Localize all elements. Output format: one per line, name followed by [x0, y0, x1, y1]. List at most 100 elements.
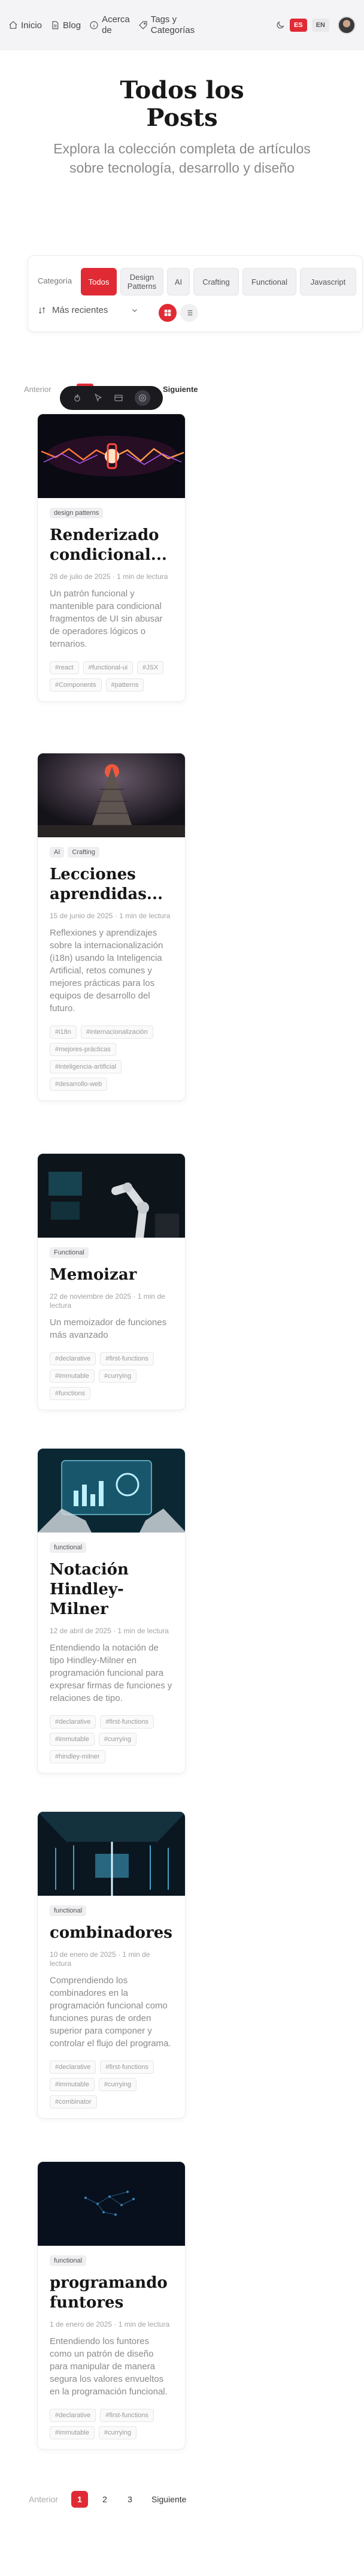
post-hashtag[interactable]: #currying — [98, 1370, 137, 1383]
document-icon — [52, 21, 59, 29]
post-category-tag[interactable]: AI — [50, 847, 65, 858]
post-hashtag[interactable]: #patterns — [105, 678, 144, 692]
nav-blog-label: Blog — [63, 20, 81, 31]
info-icon — [90, 21, 98, 29]
post-hashtag[interactable]: #JSX — [137, 661, 164, 674]
post-hashtag[interactable]: #currying — [98, 2426, 137, 2439]
post-hashtag[interactable]: #first-functions — [100, 2409, 154, 2422]
settings-button[interactable] — [134, 390, 150, 406]
moon-icon[interactable] — [275, 20, 285, 30]
avatar[interactable] — [338, 16, 356, 34]
post-hashtag[interactable]: #currying — [98, 2078, 137, 2091]
post-hashtag[interactable]: #immutable — [50, 2078, 95, 2091]
post-hashtag[interactable]: #first-functions — [100, 1352, 154, 1365]
post-hashtag[interactable]: #internacionalización — [80, 1025, 153, 1039]
post-category-tag[interactable]: design patterns — [50, 508, 104, 518]
pagination-prev-button[interactable]: Anterior — [24, 2491, 63, 2508]
grid-view-button[interactable] — [159, 304, 177, 322]
lang-en-button[interactable]: EN — [311, 19, 329, 32]
post-hashtag[interactable]: #first-functions — [100, 2061, 154, 2074]
page-title: Todos los Posts — [0, 77, 364, 132]
post-card[interactable]: functional combinadores 10 de enero de 2… — [37, 1811, 186, 2119]
post-image-server-room — [38, 1812, 185, 1896]
post-hashtag[interactable]: #mejores-prácticas — [50, 1043, 116, 1056]
chip-ai[interactable]: AI — [167, 268, 190, 295]
post-title[interactable]: combinadores — [50, 1923, 173, 1943]
nav-tags-line2: Categorías — [150, 25, 195, 35]
nav-tags[interactable]: Tags y Categorías — [138, 14, 195, 36]
post-category-tag[interactable]: functional — [50, 1542, 87, 1553]
post-image-tower — [38, 753, 185, 837]
post-title[interactable]: Lecciones aprendidas... — [50, 865, 173, 904]
pagination-top-prev[interactable]: Anterior — [24, 385, 51, 394]
nav-tags-label: Tags y Categorías — [151, 14, 195, 36]
nav-blog[interactable]: Blog — [50, 20, 81, 31]
post-meta: 1 de enero de 2025 · 1 min de lectura — [50, 2320, 170, 2328]
post-card[interactable]: functional Notación Hindley-Milner 12 de… — [37, 1448, 186, 1773]
chip-javascript[interactable]: Javascript — [300, 268, 356, 295]
post-category-tag[interactable]: functional — [50, 1905, 87, 1916]
post-meta: 22 de noviembre de 2025 · 1 min de lectu… — [50, 1292, 165, 1310]
page-title-line2: Posts — [146, 104, 218, 132]
lang-es-button[interactable]: ES — [290, 19, 307, 32]
view-toggle — [159, 304, 198, 322]
post-hashtag[interactable]: #hindley-milner — [50, 1750, 105, 1763]
post-excerpt: Entendiendo los funtores como un patrón … — [50, 2336, 168, 2397]
post-hashtag[interactable]: #declarative — [50, 2061, 96, 2074]
nav-about[interactable]: Acerca de — [89, 14, 130, 36]
pagination-page-3[interactable]: 3 — [122, 2491, 138, 2508]
post-hashtag[interactable]: #Components — [50, 678, 102, 692]
pagination-next-button[interactable]: Siguiente — [147, 2491, 191, 2508]
post-title[interactable]: Notación Hindley-Milner — [50, 1560, 173, 1619]
post-card[interactable]: AI Crafting Lecciones aprendidas... 15 d… — [37, 753, 186, 1101]
post-hashtag[interactable]: #desarrollo-web — [50, 1078, 108, 1091]
post-title[interactable]: programando funtores — [50, 2273, 173, 2313]
nav-home[interactable]: Inicio — [8, 20, 42, 31]
post-hashtag[interactable]: #immutable — [50, 1370, 95, 1383]
post-hashtag[interactable]: #combinator — [50, 2095, 97, 2109]
post-hashtag[interactable]: #declarative — [50, 1352, 96, 1365]
post-image-network — [38, 2162, 185, 2246]
cursor-icon[interactable] — [93, 393, 103, 403]
pagination-bottom: Anterior 1 2 3 Siguiente — [24, 2491, 191, 2508]
post-hashtag[interactable]: #functional-ui — [83, 661, 134, 674]
chip-todos[interactable]: Todos — [81, 268, 117, 295]
sort-select[interactable]: Más recientes — [38, 305, 139, 315]
post-hashtag[interactable]: #first-functions — [100, 1715, 154, 1729]
post-hashtag[interactable]: #immutable — [50, 2426, 95, 2439]
page: Inicio Blog Acerca de Tags y Categorías … — [0, 0, 364, 2576]
chip-functional[interactable]: Functional — [242, 268, 296, 295]
post-card[interactable]: Functional Memoizar 22 de noviembre de 2… — [37, 1153, 186, 1410]
pagination-page-2[interactable]: 2 — [96, 2491, 113, 2508]
post-card[interactable]: functional programando funtores 1 de ene… — [37, 2161, 186, 2450]
post-hashtag[interactable]: #currying — [98, 1733, 137, 1746]
site-header: Inicio Blog Acerca de Tags y Categorías … — [0, 0, 364, 50]
list-view-button[interactable] — [180, 304, 198, 322]
layout-icon[interactable] — [114, 393, 123, 403]
post-category-tag[interactable]: functional — [50, 2255, 87, 2266]
pagination-page-1[interactable]: 1 — [71, 2491, 89, 2508]
post-meta: 28 de julio de 2025 · 1 min de lectura — [50, 572, 168, 581]
post-hashtag[interactable]: #declarative — [50, 2409, 96, 2422]
chip-design-patterns[interactable]: Design Patterns — [120, 268, 163, 295]
post-hashtag[interactable]: #immutable — [50, 1733, 95, 1746]
post-title[interactable]: Renderizado condicional... — [50, 526, 173, 565]
page-title-line1: Todos los — [120, 76, 244, 104]
post-meta: 12 de abril de 2025 · 1 min de lectura — [50, 1627, 169, 1635]
post-hashtag[interactable]: #react — [50, 661, 79, 674]
post-hashtag[interactable]: #functions — [50, 1387, 91, 1400]
pagination-top-next[interactable]: Siguiente — [163, 385, 198, 394]
post-hashtag[interactable]: #declarative — [50, 1715, 96, 1729]
post-excerpt: Reflexiones y aprendizajes sobre la inte… — [50, 928, 163, 1013]
post-excerpt: Entendiendo la notación de tipo Hindley-… — [50, 1643, 172, 1703]
post-card[interactable]: design patterns Renderizado condicional.… — [37, 414, 186, 702]
fire-icon[interactable] — [72, 393, 82, 403]
post-category-tag[interactable]: Crafting — [68, 847, 99, 858]
post-hashtag[interactable]: #inteligencia-artificial — [50, 1060, 122, 1073]
chip-crafting[interactable]: Crafting — [193, 268, 239, 295]
post-image-robot-arm — [38, 1154, 185, 1238]
post-category-tag[interactable]: Functional — [50, 1247, 89, 1258]
post-hashtag[interactable]: #i18n — [50, 1025, 77, 1039]
filter-panel: Categoría Todos Design Patterns AI Craft… — [28, 255, 363, 332]
post-title[interactable]: Memoizar — [50, 1265, 173, 1285]
